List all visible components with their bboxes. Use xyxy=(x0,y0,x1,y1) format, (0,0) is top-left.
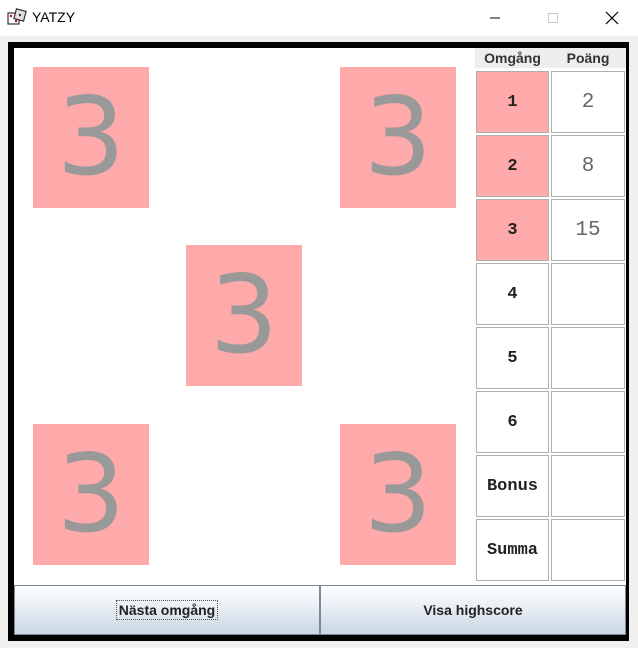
maximize-button[interactable] xyxy=(530,0,576,36)
title-bar: YATZY xyxy=(0,0,638,36)
window-title: YATZY xyxy=(32,9,76,25)
scoreboard: Omgång Poäng 1 2 2 8 3 15 4 5 6 Bonus Su… xyxy=(475,48,626,585)
round-cell-4[interactable]: 4 xyxy=(476,263,549,325)
die-3[interactable]: 3 xyxy=(186,245,302,386)
header-round: Omgång xyxy=(475,48,550,68)
app-dice-icon[interactable] xyxy=(7,8,27,28)
die-2[interactable]: 3 xyxy=(340,67,456,208)
next-round-button[interactable]: Nästa omgång xyxy=(14,585,320,635)
round-cell-summa: Summa xyxy=(476,519,549,581)
points-cell-3: 15 xyxy=(551,199,625,261)
close-icon xyxy=(605,11,619,25)
die-5[interactable]: 3 xyxy=(340,424,456,565)
round-cell-1[interactable]: 1 xyxy=(476,71,549,133)
round-cell-2[interactable]: 2 xyxy=(476,135,549,197)
minimize-icon xyxy=(490,17,500,19)
close-button[interactable] xyxy=(589,0,635,36)
round-cell-bonus: Bonus xyxy=(476,455,549,517)
show-highscore-label: Visa highscore xyxy=(423,602,523,618)
points-cell-6 xyxy=(551,391,625,453)
points-cell-summa xyxy=(551,519,625,581)
round-cell-3[interactable]: 3 xyxy=(476,199,549,261)
points-cell-5 xyxy=(551,327,625,389)
die-4[interactable]: 3 xyxy=(33,424,149,565)
round-cell-5[interactable]: 5 xyxy=(476,327,549,389)
round-cell-6[interactable]: 6 xyxy=(476,391,549,453)
die-value: 3 xyxy=(56,431,126,557)
points-cell-1: 2 xyxy=(551,71,625,133)
next-round-label: Nästa omgång xyxy=(115,600,219,620)
die-value: 3 xyxy=(56,74,126,200)
maximize-icon xyxy=(548,13,558,23)
die-value: 3 xyxy=(209,252,279,378)
die-value: 3 xyxy=(363,74,433,200)
points-cell-4 xyxy=(551,263,625,325)
die-value: 3 xyxy=(363,431,433,557)
dice-board: 3 3 3 3 3 xyxy=(14,48,475,585)
points-cell-bonus xyxy=(551,455,625,517)
button-bar: Nästa omgång Visa highscore xyxy=(14,585,626,635)
points-cell-2: 8 xyxy=(551,135,625,197)
show-highscore-button[interactable]: Visa highscore xyxy=(320,585,626,635)
header-points: Poäng xyxy=(550,48,626,68)
minimize-button[interactable] xyxy=(472,0,518,36)
die-1[interactable]: 3 xyxy=(33,67,149,208)
